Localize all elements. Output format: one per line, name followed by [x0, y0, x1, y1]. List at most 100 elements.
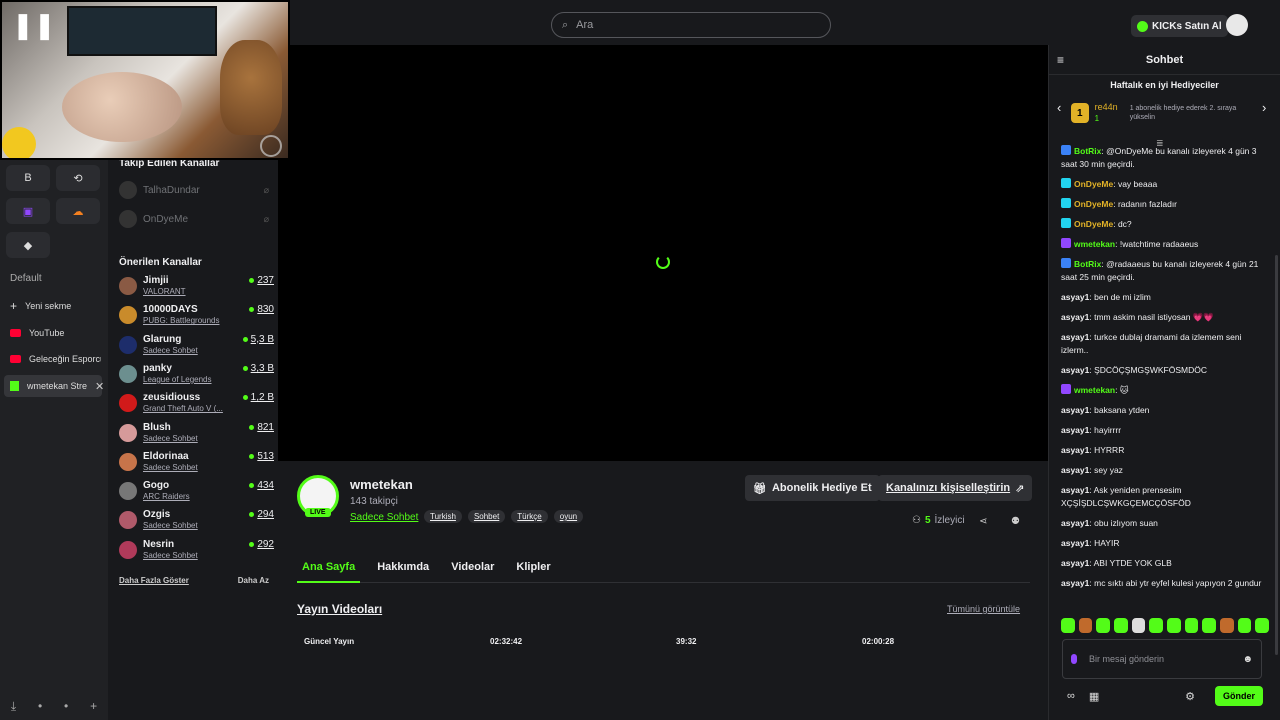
video-card[interactable]: 39:32: [669, 631, 844, 720]
tab-home[interactable]: Ana Sayfa: [297, 559, 361, 583]
chat-username[interactable]: asyay1: [1061, 558, 1089, 568]
chat-username[interactable]: asyay1: [1061, 332, 1089, 342]
chat-username[interactable]: wmetekan: [1074, 239, 1115, 249]
video-player[interactable]: [278, 45, 1048, 461]
channel-category[interactable]: Sadece Sohbet: [143, 550, 233, 561]
followed-channel[interactable]: TalhaDundar ⌀: [119, 179, 269, 201]
emote-icon[interactable]: [1149, 618, 1164, 633]
pinned-tab-twitch[interactable]: ▣: [6, 198, 50, 224]
show-less-button[interactable]: Daha Az: [238, 576, 269, 585]
tag[interactable]: Sohbet: [467, 510, 506, 523]
channel-category[interactable]: VALORANT: [143, 286, 233, 297]
tag[interactable]: Türkçe: [511, 510, 548, 523]
pinned-tab-diamond[interactable]: ◆: [6, 232, 50, 258]
chat-username[interactable]: asyay1: [1061, 518, 1089, 528]
channel-category[interactable]: PUBG: Battlegrounds: [143, 315, 233, 326]
chat-username[interactable]: asyay1: [1061, 425, 1089, 435]
emote-icon[interactable]: [1184, 618, 1199, 633]
pinned-tab-loop[interactable]: ⟲: [56, 165, 100, 191]
chat-username[interactable]: BotRix: [1074, 146, 1101, 156]
emote-icon[interactable]: [1255, 618, 1270, 633]
stream-category-link[interactable]: Sadece Sohbet: [350, 512, 418, 523]
channel-category[interactable]: ARC Raiders: [143, 491, 233, 502]
chat-username[interactable]: asyay1: [1061, 445, 1089, 455]
chat-username[interactable]: asyay1: [1061, 578, 1089, 588]
chat-username[interactable]: asyay1: [1061, 312, 1089, 322]
add-icon[interactable]: +: [90, 699, 97, 714]
infinity-icon[interactable]: ∞: [1067, 690, 1075, 702]
recommended-channel[interactable]: zeusidiouss Grand Theft Auto V (... 1,2 B: [119, 390, 274, 416]
emoji-icon[interactable]: ☻: [1242, 654, 1253, 665]
tag[interactable]: Turkish: [424, 510, 462, 523]
channel-category[interactable]: League of Legends: [143, 374, 233, 385]
customize-channel-button[interactable]: Kanalınızı kişiselleştirin ⇗: [878, 475, 1033, 501]
recommended-channel[interactable]: Jimjii VALORANT 237: [119, 273, 274, 299]
recommended-channel[interactable]: Glarung Sadece Sohbet 5,3 B: [119, 332, 274, 358]
dot-icon[interactable]: •: [64, 699, 68, 714]
video-card[interactable]: 02:00:28: [855, 631, 1030, 720]
emote-icon[interactable]: [1061, 618, 1075, 633]
pinned-tab-b[interactable]: B: [6, 165, 50, 191]
chat-username[interactable]: BotRix: [1074, 259, 1101, 269]
chat-username[interactable]: asyay1: [1061, 485, 1089, 495]
channel-category[interactable]: Sadece Sohbet: [143, 462, 233, 473]
browser-tab-esporcu[interactable]: Geleceğin Esporcus: [4, 348, 102, 370]
chat-input[interactable]: Bir mesaj gönderin ☻: [1062, 639, 1262, 679]
video-card[interactable]: 02:32:42: [483, 631, 658, 720]
new-tab-button[interactable]: + Yeni sekme: [4, 295, 102, 317]
pinned-tab-cloud[interactable]: ☁: [56, 198, 100, 224]
settings-icon[interactable]: ⚙: [1185, 690, 1195, 703]
show-more-button[interactable]: Daha Fazla Göster: [119, 576, 189, 585]
recommended-channel[interactable]: 10000DAYS PUBG: Battlegrounds 830: [119, 302, 274, 328]
recommended-channel[interactable]: Blush Sadece Sohbet 821: [119, 420, 274, 446]
chat-username[interactable]: asyay1: [1061, 365, 1089, 375]
chat-username[interactable]: wmetekan: [1074, 385, 1115, 395]
chat-username[interactable]: asyay1: [1061, 465, 1089, 475]
emote-icon[interactable]: [1167, 618, 1181, 633]
tag[interactable]: oyun: [553, 510, 584, 523]
browser-tab-kick[interactable]: wmetekan Stre ✕: [4, 375, 104, 397]
recommended-channel[interactable]: Nesrin Sadece Sohbet 292: [119, 537, 274, 563]
tab-clips[interactable]: Klipler: [511, 559, 555, 583]
emote-icon[interactable]: [1202, 618, 1217, 633]
prev-arrow-icon[interactable]: ‹: [1057, 100, 1061, 115]
next-arrow-icon[interactable]: ›: [1262, 100, 1266, 115]
channel-category[interactable]: Sadece Sohbet: [143, 433, 233, 444]
emote-icon[interactable]: [1114, 618, 1128, 633]
chat-username[interactable]: asyay1: [1061, 292, 1089, 302]
dot-icon[interactable]: •: [38, 699, 42, 714]
search-input[interactable]: ⌕ Ara: [551, 12, 831, 38]
share-icon[interactable]: ⋖: [979, 516, 987, 527]
collapse-chat-icon[interactable]: ≡: [1057, 53, 1064, 67]
download-icon[interactable]: ⤓: [11, 699, 16, 714]
emote-icon[interactable]: [1131, 618, 1146, 633]
emote-icon[interactable]: [1096, 618, 1111, 633]
channel-category[interactable]: Sadece Sohbet: [143, 345, 233, 356]
followed-channel[interactable]: OnDyeMe ⌀: [119, 208, 269, 230]
browser-tab-youtube[interactable]: YouTube: [4, 322, 102, 344]
tab-about[interactable]: Hakkımda: [372, 559, 434, 583]
profile-avatar[interactable]: [1226, 14, 1248, 36]
close-tab-icon[interactable]: ✕: [95, 380, 104, 393]
gift-sub-button[interactable]: 🎁︎ Abonelik Hediye Et: [745, 475, 880, 501]
chat-username[interactable]: OnDyeMe: [1074, 219, 1113, 229]
video-card[interactable]: Güncel Yayın: [297, 631, 472, 720]
recommended-channel[interactable]: Ozgis Sadece Sohbet 294: [119, 507, 274, 533]
see-all-link[interactable]: Tümünü görüntüle: [947, 604, 1020, 614]
emote-icon[interactable]: [1237, 618, 1252, 633]
chat-scrollbar[interactable]: [1275, 255, 1278, 655]
chat-username[interactable]: OnDyeMe: [1074, 179, 1113, 189]
store-icon[interactable]: ▦: [1089, 690, 1099, 703]
recommended-channel[interactable]: panky League of Legends 3,3 B: [119, 361, 274, 387]
chat-username[interactable]: asyay1: [1061, 538, 1089, 548]
user-options-icon[interactable]: ⚉: [1011, 516, 1020, 527]
channel-category[interactable]: Sadece Sohbet: [143, 520, 233, 531]
channel-category[interactable]: Grand Theft Auto V (...: [143, 403, 233, 414]
recommended-channel[interactable]: Eldorinaa Sadece Sohbet 513: [119, 449, 274, 475]
emote-icon[interactable]: [1078, 618, 1093, 633]
buy-kicks-button[interactable]: KICKs Satın Al: [1131, 15, 1228, 37]
tab-videos[interactable]: Videolar: [446, 559, 499, 583]
chat-username[interactable]: asyay1: [1061, 405, 1089, 415]
emote-icon[interactable]: [1220, 618, 1234, 633]
recommended-channel[interactable]: Gogo ARC Raiders 434: [119, 478, 274, 504]
